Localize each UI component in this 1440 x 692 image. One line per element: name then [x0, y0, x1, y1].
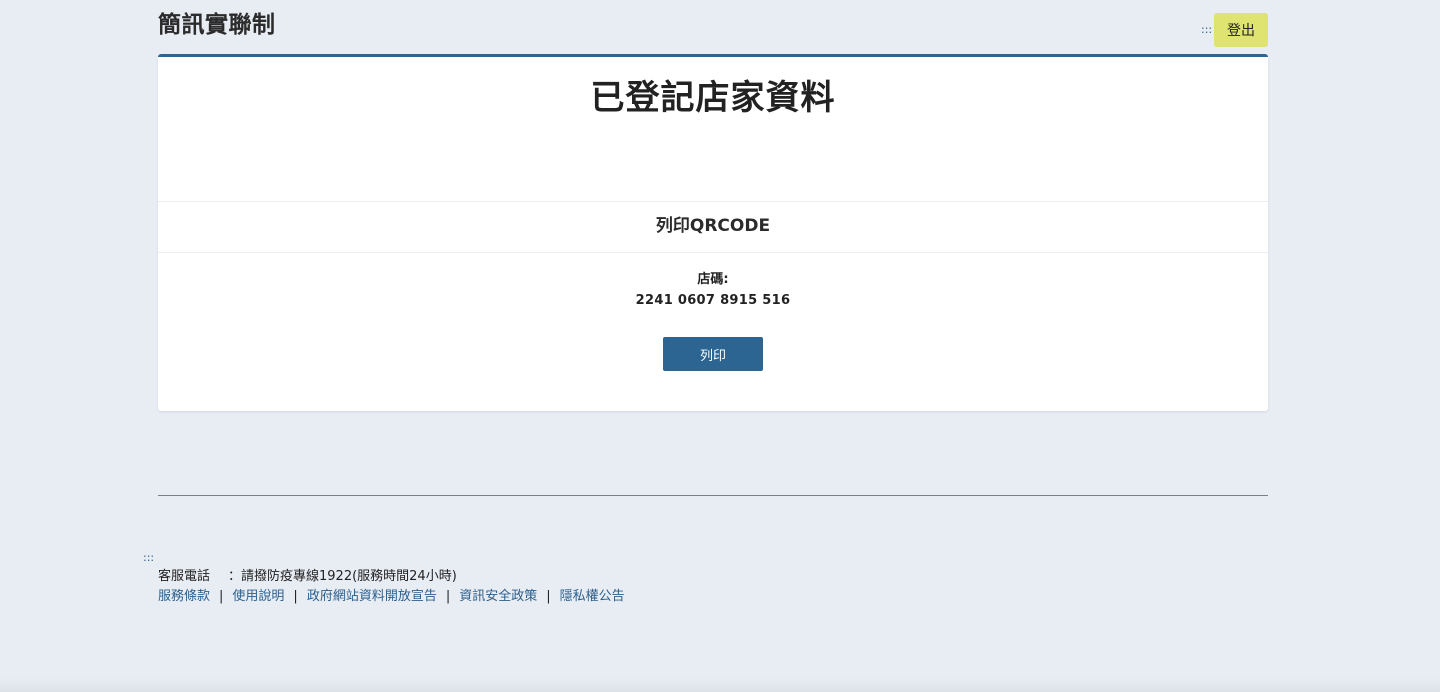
accesskey-top-link[interactable]: ::: [1201, 24, 1212, 36]
divider [158, 201, 1268, 202]
print-button[interactable]: 列印 [663, 337, 763, 371]
footer-divider [158, 495, 1268, 496]
bottom-shade [0, 678, 1440, 692]
accesskey-bottom-link[interactable]: ::: [143, 552, 154, 564]
footer-link-security-policy[interactable]: 資訊安全政策 [459, 589, 537, 604]
footer-link-terms[interactable]: 服務條款 [158, 589, 210, 604]
divider [158, 252, 1268, 253]
phone-label: 客服電話 [158, 569, 211, 584]
store-code-label: 店碼: [697, 272, 729, 287]
site-title: 簡訊實聯制 [158, 12, 276, 38]
customer-service-phone: 客服電話 ：請撥防疫專線1922(服務時間24小時) [158, 568, 457, 586]
page-title: 已登記店家資料 [590, 78, 836, 118]
footer-link-open-data[interactable]: 政府網站資料開放宣告 [307, 589, 437, 604]
footer-link-instructions[interactable]: 使用說明 [232, 589, 284, 604]
footer-link-privacy[interactable]: 隱私權公告 [560, 589, 625, 604]
link-separator: | [546, 589, 551, 604]
store-code-value: 2241 0607 8915 516 [635, 293, 791, 308]
print-qrcode-heading: 列印QRCODE [655, 216, 771, 236]
store-info-card: 已登記店家資料 列印QRCODE 店碼: 2241 0607 8915 516 … [158, 54, 1268, 411]
header: 簡訊實聯制 ::: 登出 [158, 0, 1268, 54]
link-separator: | [293, 589, 298, 604]
phone-text: ：請撥防疫專線1922(服務時間24小時) [228, 569, 457, 584]
footer-links: 服務條款 | 使用說明 | 政府網站資料開放宣告 | 資訊安全政策 | 隱私權公告 [158, 588, 625, 606]
link-separator: | [219, 589, 224, 604]
logout-button[interactable]: 登出 [1214, 13, 1268, 47]
link-separator: | [445, 589, 451, 604]
page: 簡訊實聯制 ::: 登出 已登記店家資料 列印QRCODE 店碼: 2241 0… [0, 0, 1440, 692]
